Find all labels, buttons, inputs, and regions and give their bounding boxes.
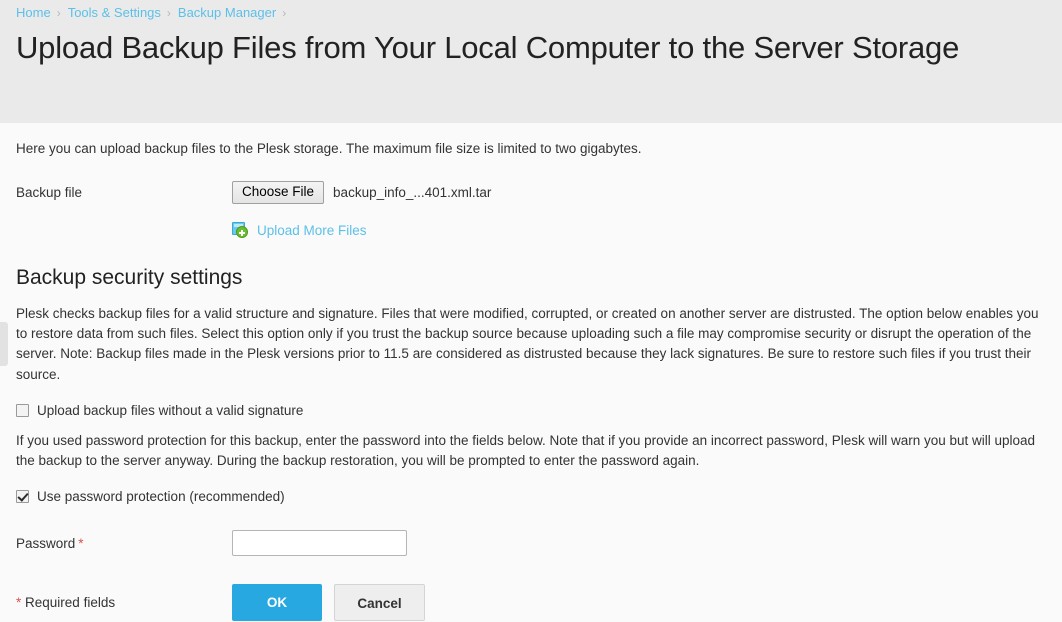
add-file-icon [232,222,249,238]
unsigned-upload-row[interactable]: Upload backup files without a valid sign… [16,403,1046,418]
breadcrumb-separator-icon: › [282,6,286,20]
choose-file-button[interactable]: Choose File [232,181,324,204]
ok-button[interactable]: OK [232,584,322,621]
upload-more-files-link[interactable]: Upload More Files [232,222,367,238]
password-protection-description: If you used password protection for this… [16,431,1046,471]
cancel-button[interactable]: Cancel [334,584,425,621]
upload-more-files-label: Upload More Files [257,223,367,238]
breadcrumb-separator-icon: › [57,6,61,20]
unsigned-upload-label[interactable]: Upload backup files without a valid sign… [37,403,303,418]
breadcrumb-item-backup-manager[interactable]: Backup Manager [178,5,276,20]
backup-file-label: Backup file [16,185,232,200]
password-label-text: Password [16,536,75,551]
required-fields-note: * Required fields [16,595,232,610]
password-input[interactable] [232,530,407,556]
password-row: Password* [16,530,1046,556]
backup-security-description: Plesk checks backup files for a valid st… [16,304,1046,385]
breadcrumb-separator-icon: › [167,6,171,20]
upload-more-row: Upload More Files [16,222,1046,243]
required-fields-text: Required fields [25,595,115,610]
required-marker-icon: * [16,595,21,610]
breadcrumb-item-home[interactable]: Home [16,5,51,20]
password-protection-checkbox[interactable] [16,490,29,503]
password-protection-label[interactable]: Use password protection (recommended) [37,489,285,504]
password-label: Password* [16,536,232,551]
page-content: Here you can upload backup files to the … [0,123,1062,621]
file-input-control[interactable]: Choose File backup_info_...401.xml.tar [232,181,491,204]
backup-file-row: Backup file Choose File backup_info_...4… [16,181,1046,204]
page-title: Upload Backup Files from Your Local Comp… [16,28,976,67]
password-protection-row[interactable]: Use password protection (recommended) [16,489,1046,504]
page-header: Home › Tools & Settings › Backup Manager › Up… [0,0,1062,123]
breadcrumb-item-tools-settings[interactable]: Tools & Settings [68,5,161,20]
password-required-marker: * [78,536,83,551]
form-footer: * Required fields OK Cancel [16,584,1046,621]
backup-security-heading: Backup security settings [16,265,1046,291]
intro-text: Here you can upload backup files to the … [16,123,1046,159]
selected-file-name: backup_info_...401.xml.tar [333,185,491,200]
breadcrumb: Home › Tools & Settings › Backup Manager › [16,0,1062,23]
unsigned-upload-checkbox[interactable] [16,404,29,417]
